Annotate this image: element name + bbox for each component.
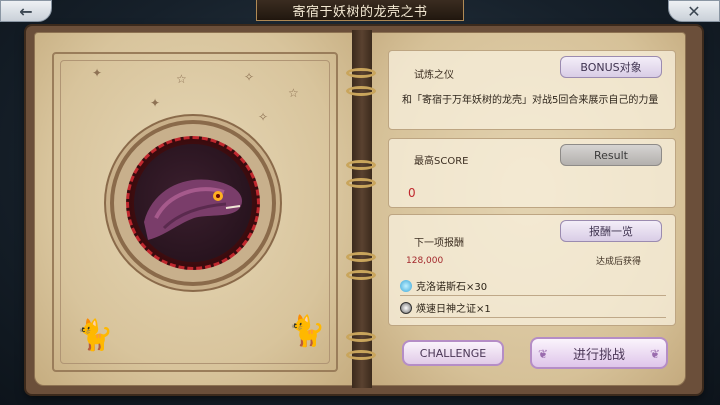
next-reward-label: 下一项报酬: [414, 238, 464, 249]
binder-ring: [346, 86, 376, 96]
high-score-value: 0: [408, 186, 416, 200]
star-icon: ✦: [150, 96, 161, 110]
close-icon: ✕: [687, 1, 701, 21]
trial-label: 试炼之仪: [414, 70, 454, 81]
ornament-icon: ❦: [538, 347, 549, 361]
result-button[interactable]: Result: [560, 144, 662, 166]
back-button[interactable]: ←: [0, 0, 52, 22]
star-icon: ☆: [176, 72, 187, 86]
binder-ring: [346, 332, 376, 342]
binder-ring: [346, 350, 376, 360]
crystal-icon: [400, 279, 412, 292]
cat-silhouette-icon: 🐈: [288, 314, 326, 349]
star-icon: ☆: [288, 86, 299, 100]
reward-list-button[interactable]: 报酬一览: [560, 220, 662, 242]
close-button[interactable]: ✕: [668, 0, 720, 22]
reward-threshold: 128,000: [406, 256, 444, 266]
ornament-icon: ❦: [649, 347, 660, 361]
dragon-portrait: [134, 144, 252, 262]
obtain-text: 达成后获得: [596, 257, 642, 267]
medal-icon: [400, 301, 412, 314]
trial-description: 和「寄宿于万年妖树的龙壳」对战5回合来展示自己的力量: [402, 95, 659, 106]
reward-item: 克洛诺斯石×30: [400, 276, 666, 296]
reward-item-text: 煐速日神之证×1: [416, 304, 491, 315]
binder-ring: [346, 160, 376, 170]
page-title: 寄宿于妖树的龙壳之书: [256, 0, 464, 21]
star-icon: ✧: [244, 70, 255, 84]
binder-ring: [346, 252, 376, 262]
high-score-label: 最高SCORE: [414, 156, 469, 167]
star-icon: ✧: [258, 110, 269, 124]
binder-ring: [346, 270, 376, 280]
reward-item: 煐速日神之证×1: [400, 298, 666, 318]
back-arrow-icon: ←: [19, 1, 33, 21]
star-icon: ✦: [92, 66, 103, 80]
cat-silhouette-icon: 🐈: [76, 318, 114, 353]
bonus-target-button[interactable]: BONUS对象: [560, 56, 662, 78]
reward-item-text: 克洛诺斯石×30: [416, 282, 488, 293]
binder-ring: [346, 68, 376, 78]
start-challenge-button[interactable]: ❦ 进行挑战 ❦: [530, 337, 668, 369]
start-challenge-label: 进行挑战: [572, 347, 625, 363]
challenge-button[interactable]: CHALLENGE: [402, 340, 504, 366]
binder-ring: [346, 178, 376, 188]
